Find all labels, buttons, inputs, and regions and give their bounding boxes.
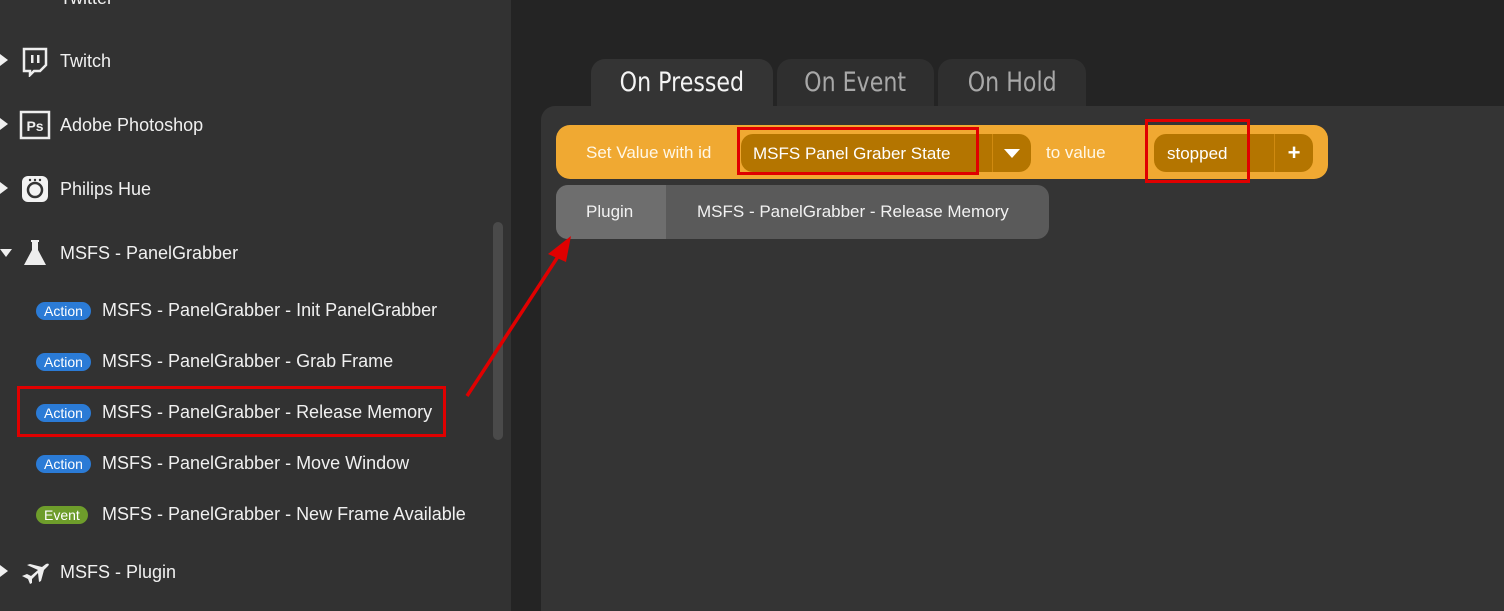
action-badge: Action (36, 353, 91, 371)
sidebar-item-label: MSFS - PanelGrabber - Init PanelGrabber (102, 300, 438, 320)
sidebar-group-adobe-photoshop[interactable]: Ps Adobe Photoshop (0, 105, 480, 145)
expand-triangle-icon[interactable] (0, 182, 8, 194)
sidebar-group-label: Twitch (60, 51, 112, 71)
tab-on-hold[interactable]: On Hold (938, 59, 1086, 107)
to-value-label: to value (1046, 143, 1106, 162)
sidebar-group-twitter[interactable]: Twitter (0, 0, 480, 18)
tab-label: On Pressed (619, 67, 745, 98)
photoshop-icon: Ps (19, 109, 51, 141)
sidebar-group-twitch[interactable]: Twitch (0, 41, 480, 81)
sidebar-event-new-frame-available[interactable]: Event MSFS - PanelGrabber - New Frame Av… (36, 500, 476, 530)
flask-icon (19, 237, 51, 269)
event-badge: Event (36, 506, 88, 524)
tab-label: On Event (804, 67, 907, 98)
sidebar-item-label: MSFS - PanelGrabber - Move Window (102, 453, 410, 473)
value-divider (1274, 134, 1275, 172)
expand-triangle-icon[interactable] (0, 565, 8, 577)
value-field-text[interactable]: stopped (1167, 144, 1228, 164)
sidebar-scrollbar[interactable] (493, 222, 503, 440)
sidebar-group-label: MSFS - Plugin (60, 562, 177, 582)
sidebar-action-release-memory[interactable]: Action MSFS - PanelGrabber - Release Mem… (36, 398, 476, 428)
variable-dropdown-value: MSFS Panel Graber State (753, 144, 951, 163)
plugin-tag-label: Plugin (586, 202, 634, 221)
tab-on-event[interactable]: On Event (777, 59, 934, 107)
plus-icon[interactable]: + (1280, 138, 1308, 168)
plugin-tag: Plugin (556, 185, 666, 239)
sidebar-group-label: Twitter (60, 0, 113, 9)
sidebar-group-msfs-plugin[interactable]: MSFS - Plugin (0, 552, 480, 592)
tab-label: On Hold (967, 67, 1057, 98)
value-field[interactable]: stopped + (1154, 134, 1313, 172)
expand-triangle-icon[interactable] (0, 54, 8, 66)
hue-bridge-icon (19, 173, 51, 205)
collapse-triangle-icon[interactable] (0, 249, 12, 257)
plugin-action-name: MSFS - PanelGrabber - Release Memory (697, 202, 1009, 221)
sidebar-group-label: Philips Hue (60, 179, 152, 199)
sidebar-item-label: MSFS - PanelGrabber - Grab Frame (102, 351, 394, 371)
expand-triangle-icon[interactable] (0, 118, 8, 130)
sidebar-group-label: MSFS - PanelGrabber (60, 243, 239, 263)
sidebar-action-grab-frame[interactable]: Action MSFS - PanelGrabber - Grab Frame (36, 347, 476, 377)
sidebar-item-label: MSFS - PanelGrabber - New Frame Availabl… (102, 504, 466, 524)
sidebar-item-label: MSFS - PanelGrabber - Release Memory (102, 402, 433, 422)
action-badge: Action (36, 455, 91, 473)
tab-on-pressed[interactable]: On Pressed (591, 59, 773, 107)
action-editor-panel (541, 106, 1504, 611)
sidebar-group-label: Adobe Photoshop (60, 115, 204, 135)
set-value-prefix: Set Value with id (586, 143, 712, 162)
sidebar-group-msfs-panelgrabber[interactable]: MSFS - PanelGrabber (0, 233, 480, 273)
airplane-icon (19, 556, 51, 588)
sidebar-action-move-window[interactable]: Action MSFS - PanelGrabber - Move Window (36, 449, 476, 479)
sidebar: Twitter Twitch Ps Adobe Photoshop Philip… (0, 0, 511, 611)
twitch-icon (19, 45, 51, 79)
action-badge: Action (36, 404, 91, 422)
sidebar-action-init-panelgrabber[interactable]: Action MSFS - PanelGrabber - Init PanelG… (36, 296, 476, 326)
plugin-action-block[interactable]: Plugin MSFS - PanelGrabber - Release Mem… (556, 185, 1049, 239)
variable-dropdown[interactable]: MSFS Panel Graber State (741, 134, 1031, 172)
sidebar-group-philips-hue[interactable]: Philips Hue (0, 169, 480, 209)
dropdown-divider (992, 134, 993, 172)
svg-text:Ps: Ps (26, 118, 43, 134)
action-badge: Action (36, 302, 91, 320)
chevron-down-icon[interactable] (1004, 149, 1020, 158)
